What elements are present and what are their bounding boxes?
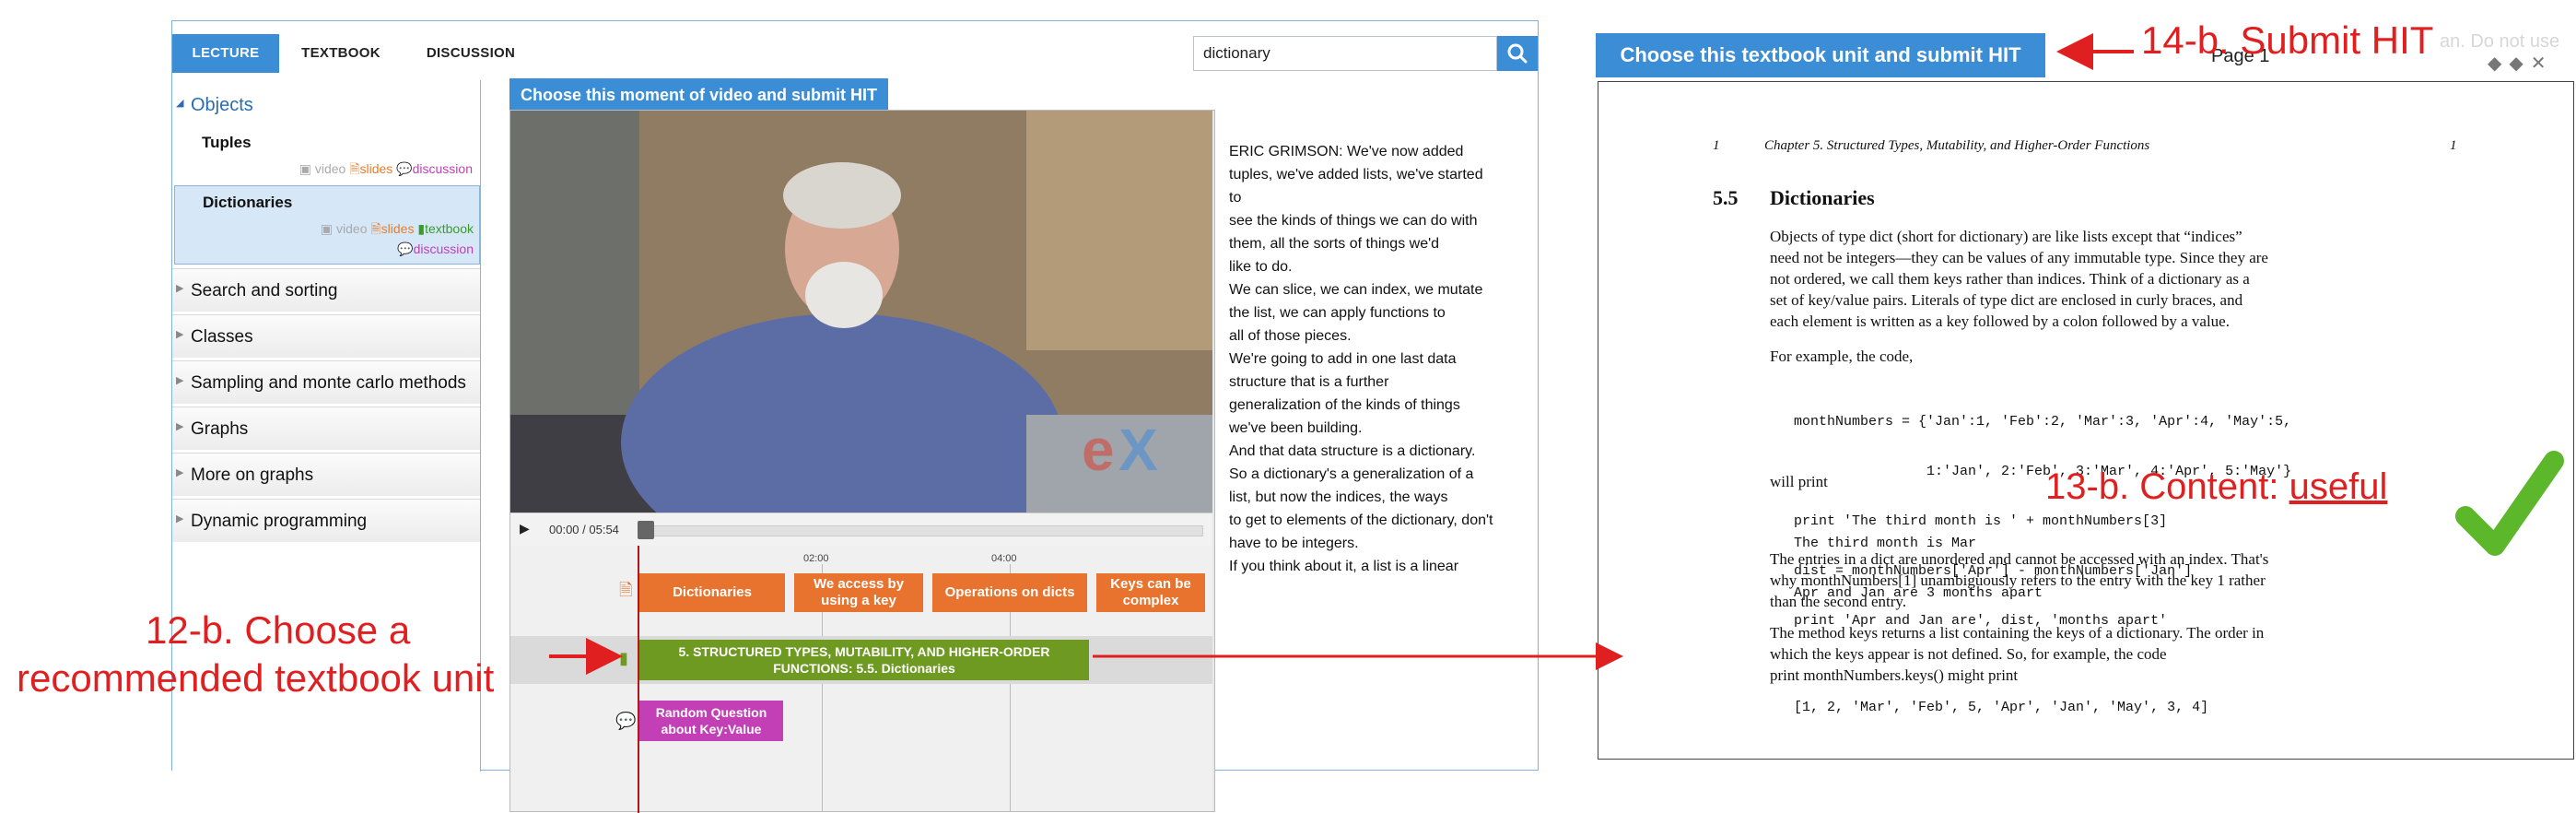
check-mark-icon: [2455, 451, 2564, 556]
annotation-arrows: [549, 33, 2564, 675]
